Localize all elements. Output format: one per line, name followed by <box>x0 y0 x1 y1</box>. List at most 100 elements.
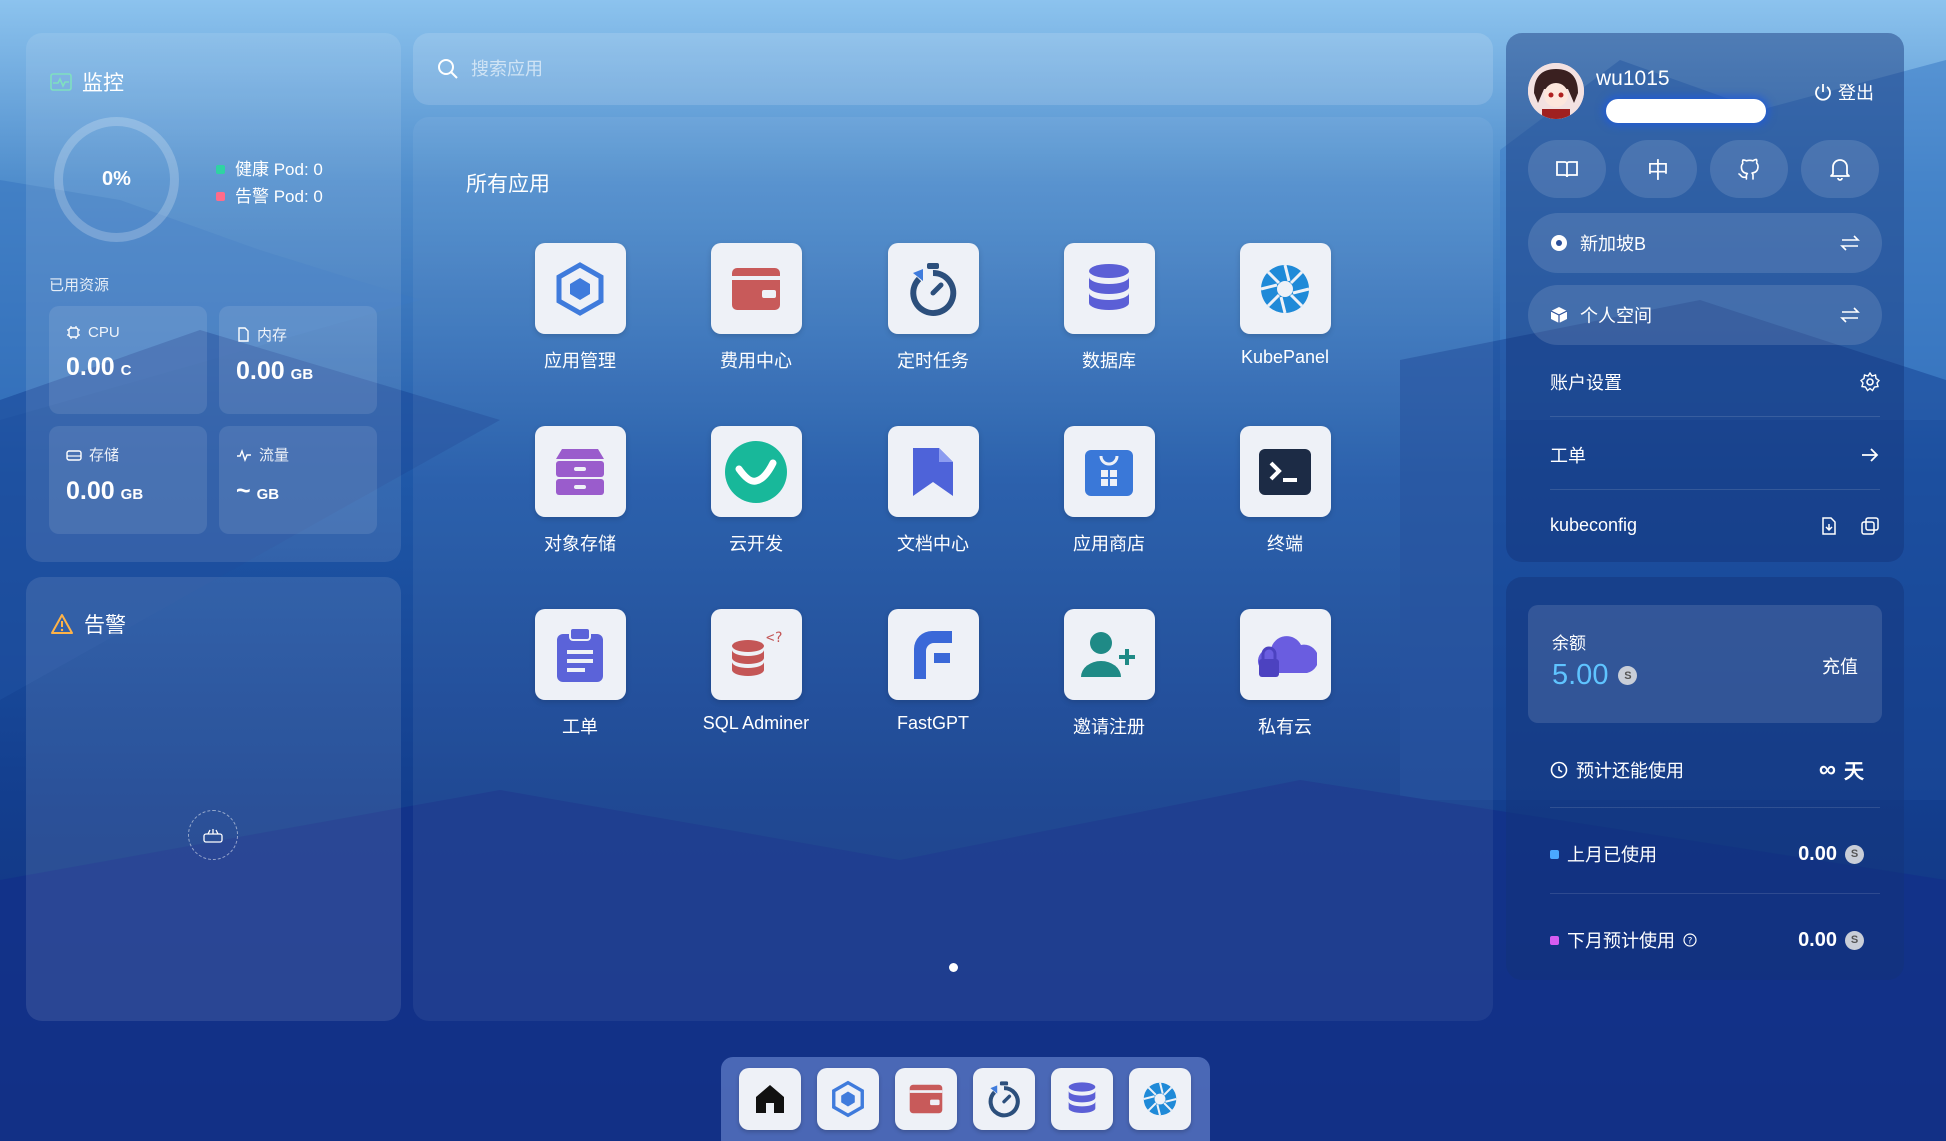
app-billing[interactable]: 费用中心 <box>686 243 826 373</box>
app-terminal[interactable]: 终端 <box>1215 426 1355 556</box>
dock-home[interactable] <box>739 1068 801 1130</box>
search-bar[interactable] <box>413 33 1493 105</box>
app-kubepanel[interactable]: KubePanel <box>1215 243 1355 368</box>
app-cronjob[interactable]: 定时任务 <box>863 243 1003 373</box>
switch-icon <box>1840 235 1860 251</box>
app-label: 云开发 <box>729 534 783 554</box>
search-icon <box>438 59 458 79</box>
cpu-unit: C <box>120 362 132 379</box>
coin-icon: S <box>1845 930 1864 950</box>
app-cloud-dev[interactable]: 云开发 <box>686 426 826 556</box>
app-sql-adminer[interactable]: <? SQL Adminer <box>686 609 826 734</box>
alert-dot <box>216 192 225 201</box>
app-database[interactable]: 数据库 <box>1039 243 1179 373</box>
app-management-icon <box>534 243 626 334</box>
estimate-row: 预计还能使用 ∞ 天 <box>1550 755 1864 784</box>
invite-user-icon <box>1063 609 1155 700</box>
storage-label: 存储 <box>89 447 120 464</box>
region-switch[interactable]: 新加坡B <box>1528 213 1882 273</box>
usage-ring: 0% <box>54 117 179 242</box>
dock-cronjob[interactable] <box>973 1068 1035 1130</box>
app-docs[interactable]: 文档中心 <box>863 426 1003 556</box>
coin-icon: S <box>1618 666 1638 685</box>
app-app-management[interactable]: 应用管理 <box>510 243 650 373</box>
cube-icon <box>1550 307 1568 323</box>
search-input[interactable] <box>471 58 1371 80</box>
dock-database[interactable] <box>1051 1068 1113 1130</box>
next-month-dot <box>1550 935 1559 945</box>
app-private-cloud[interactable]: 私有云 <box>1215 609 1355 739</box>
balance-label: 余额 <box>1552 634 1586 653</box>
logout-button[interactable]: 登出 <box>1814 79 1874 105</box>
monitor-title: 监控 <box>82 72 124 95</box>
app-label: 费用中心 <box>720 351 792 371</box>
app-label: 数据库 <box>1082 351 1136 371</box>
estimate-value: ∞ <box>1818 755 1836 783</box>
docs-book-button[interactable] <box>1528 140 1606 198</box>
last-month-dot <box>1550 849 1559 859</box>
pagination-dot[interactable] <box>949 963 958 972</box>
arrow-right-icon <box>1862 448 1879 462</box>
language-button[interactable]: 中 <box>1619 140 1697 198</box>
workspace-switch[interactable]: 个人空间 <box>1528 285 1882 345</box>
app-label: 对象存储 <box>544 534 616 554</box>
account-settings-item[interactable]: 账户设置 <box>1550 369 1880 395</box>
copy-icon[interactable] <box>1860 516 1880 536</box>
workspace-label: 个人空间 <box>1580 306 1652 326</box>
memory-value: 0.00 <box>236 357 285 385</box>
storage-value: 0.00 <box>66 477 115 505</box>
traffic-icon <box>237 448 251 462</box>
sql-adminer-icon: <? <box>710 609 802 700</box>
app-label: 文档中心 <box>897 534 969 554</box>
help-icon[interactable]: ? <box>1683 933 1697 947</box>
apps-panel: 所有应用 应用管理 费用中心 定时任务 数据库 KubePanel 对象存储 云… <box>413 117 1493 1021</box>
dock <box>721 1057 1210 1141</box>
storage-icon <box>66 449 82 461</box>
fastgpt-icon <box>887 609 979 700</box>
app-management-icon <box>832 1080 864 1118</box>
memory-card: 内存 0.00 GB <box>219 306 377 414</box>
avatar[interactable] <box>1528 63 1584 119</box>
database-icon <box>1063 243 1155 334</box>
notifications-button[interactable] <box>1801 140 1879 198</box>
coin-icon: S <box>1845 844 1864 864</box>
ticket-item[interactable]: 工单 <box>1550 442 1880 468</box>
last-month-label: 上月已使用 <box>1567 845 1657 865</box>
monitor-panel: 监控 0% 健康 Pod: 0 告警 Pod: 0 已用资源 CPU 0.00 C… <box>26 33 401 562</box>
healthy-pods: 健康 Pod: 0 <box>235 160 323 179</box>
app-store[interactable]: 应用商店 <box>1039 426 1179 556</box>
used-resources-label: 已用资源 <box>49 277 110 294</box>
cloud-dev-icon <box>710 426 802 517</box>
dock-app-management[interactable] <box>817 1068 879 1130</box>
download-icon[interactable] <box>1820 516 1838 536</box>
dock-billing[interactable] <box>895 1068 957 1130</box>
next-month-row: 下月预计使用 ? 0.00 S <box>1550 927 1864 953</box>
language-label: 中 <box>1646 158 1669 183</box>
svg-text:?: ? <box>1688 937 1693 947</box>
app-fastgpt[interactable]: FastGPT <box>863 609 1003 734</box>
terminal-icon <box>1239 426 1331 517</box>
storage-card: 存储 0.00 GB <box>49 426 207 534</box>
dock-kubepanel[interactable] <box>1129 1068 1191 1130</box>
database-icon <box>1068 1082 1096 1113</box>
warning-icon <box>51 614 73 634</box>
kubeconfig-label: kubeconfig <box>1550 515 1638 535</box>
home-icon <box>756 1085 784 1113</box>
github-button[interactable] <box>1710 140 1788 198</box>
aperture-icon <box>1239 243 1331 334</box>
recharge-button[interactable]: 充值 <box>1822 653 1858 679</box>
wallet-icon <box>710 243 802 334</box>
app-label: SQL Adminer <box>702 713 810 733</box>
storage-cabinet-icon <box>534 426 626 517</box>
empty-state-icon <box>188 810 238 860</box>
app-object-storage[interactable]: 对象存储 <box>510 426 650 556</box>
usage-percent: 0% <box>102 168 131 190</box>
alert-pods: 告警 Pod: 0 <box>235 187 323 206</box>
divider <box>1550 807 1880 808</box>
cpu-icon <box>67 326 80 339</box>
account-settings-label: 账户设置 <box>1550 373 1622 393</box>
app-label: 定时任务 <box>897 351 969 371</box>
app-invite[interactable]: 邀请注册 <box>1039 609 1179 739</box>
app-ticket[interactable]: 工单 <box>510 609 650 739</box>
ticket-label: 工单 <box>1550 446 1586 466</box>
